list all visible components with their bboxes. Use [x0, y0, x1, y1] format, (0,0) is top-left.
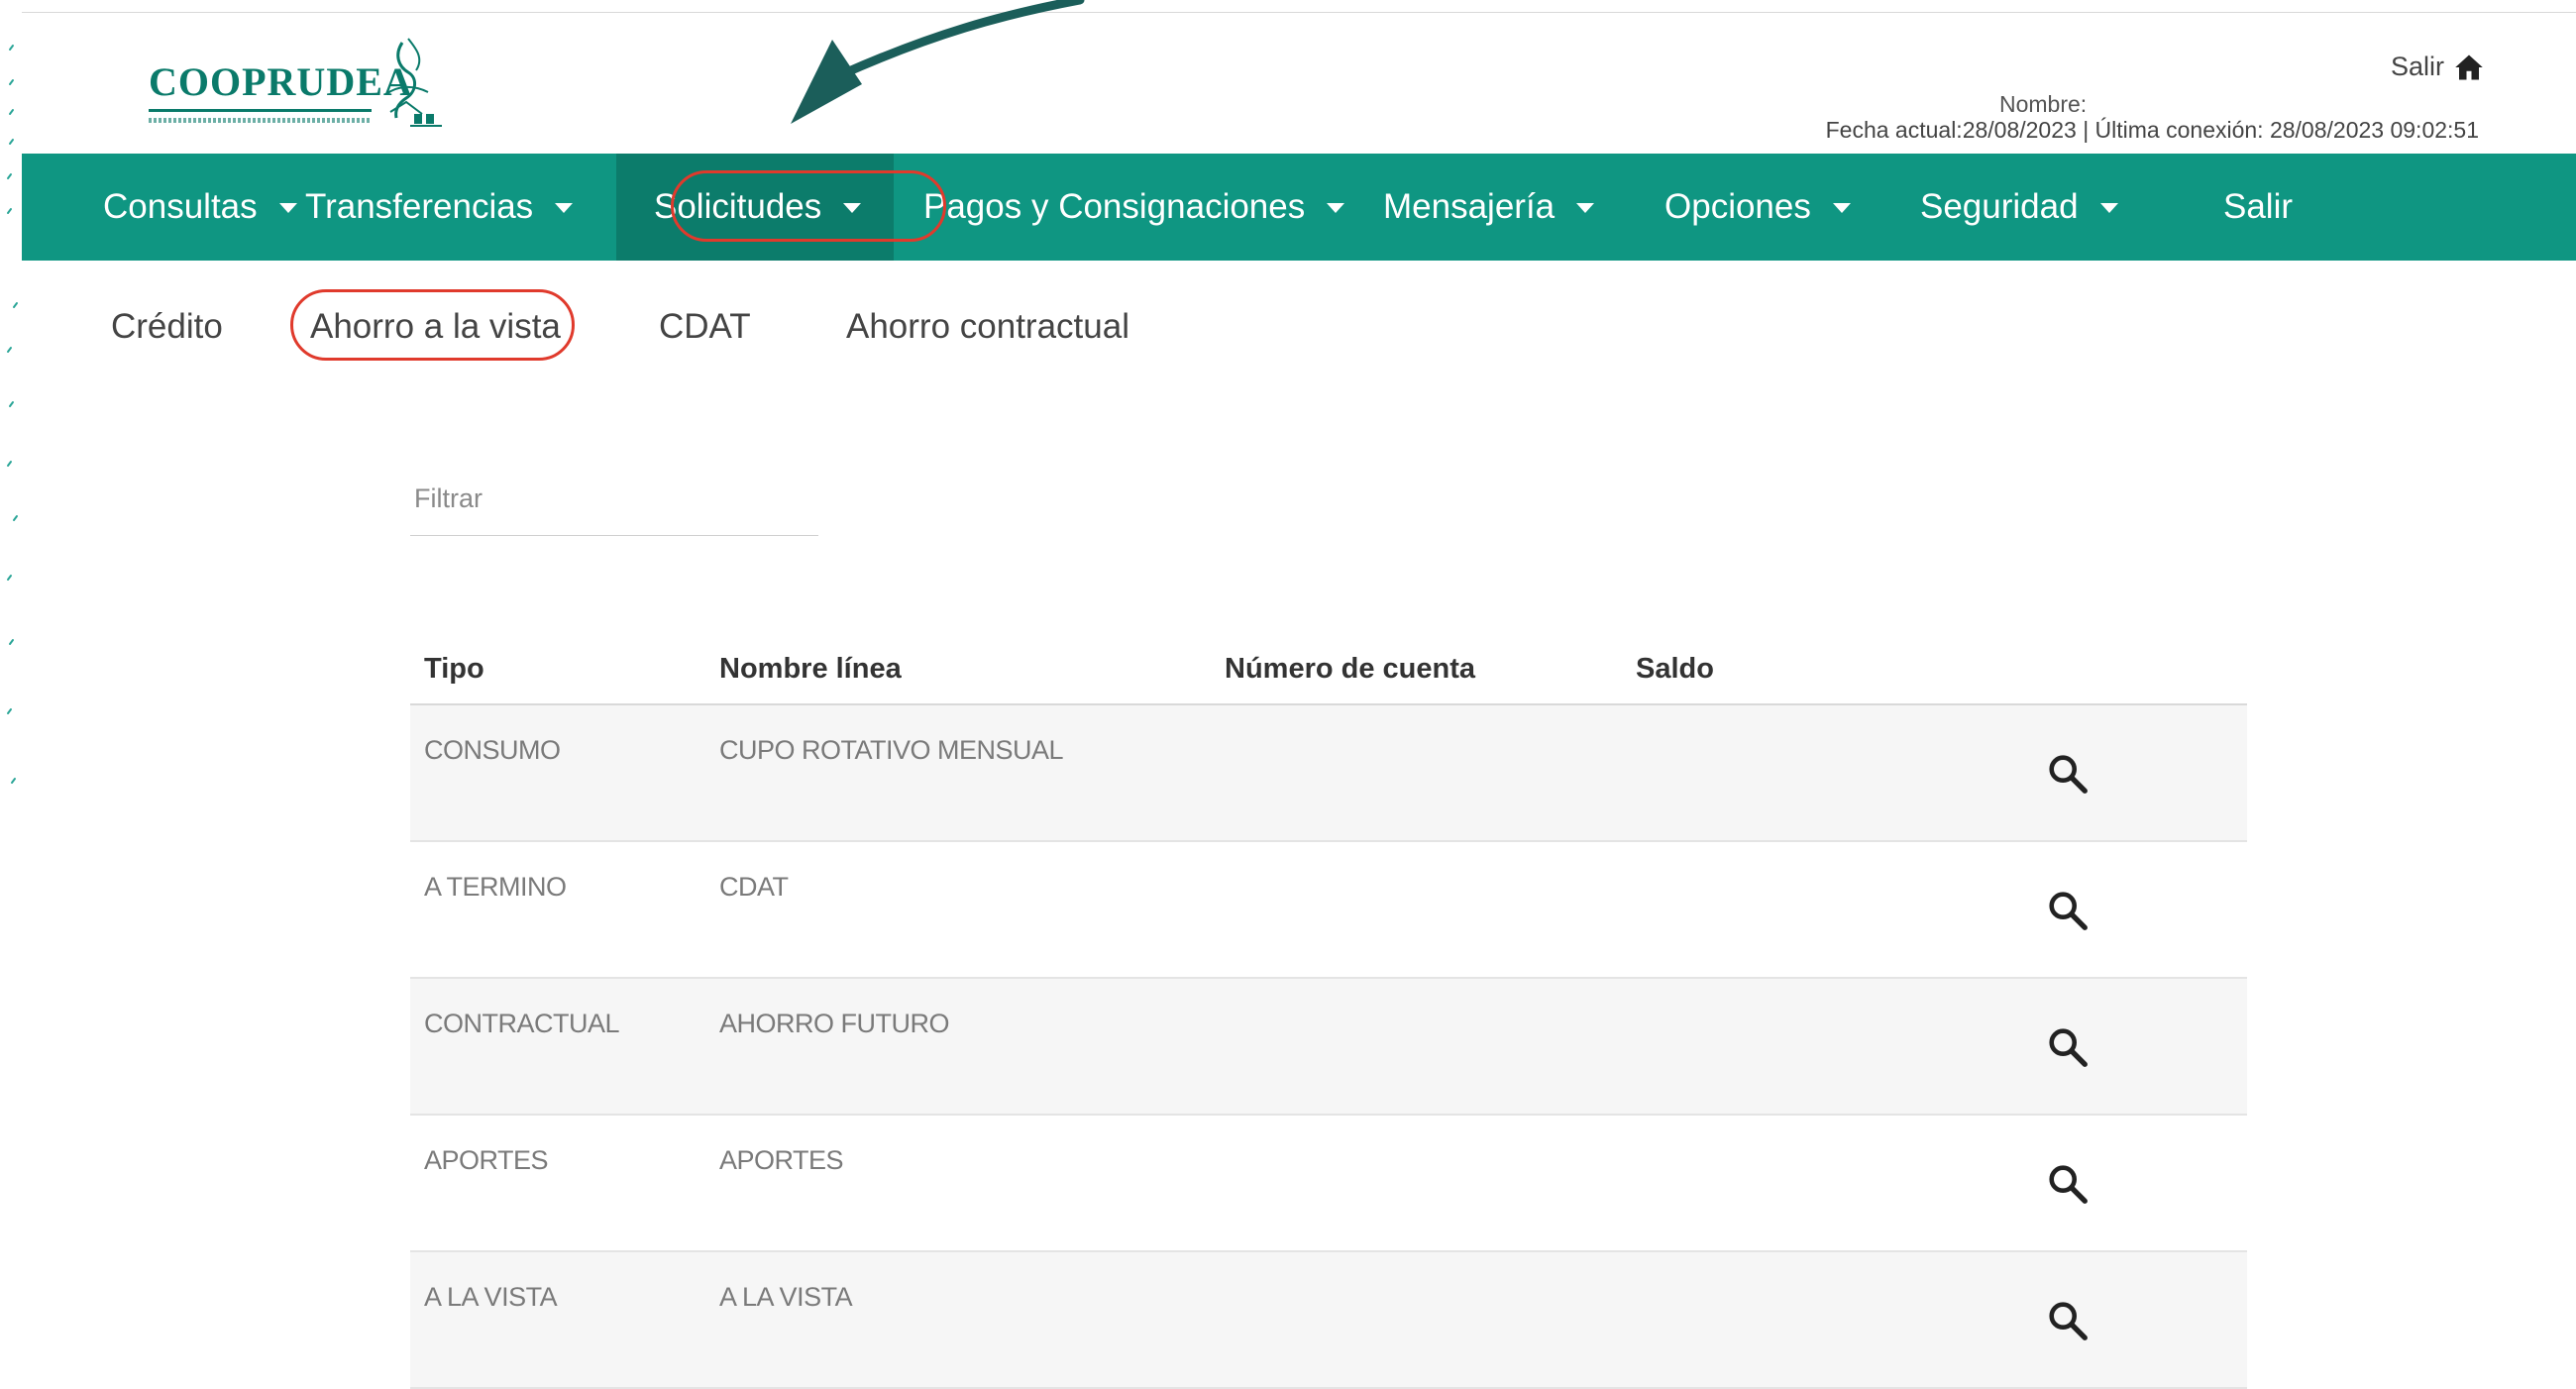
caret-down-icon [1576, 203, 1595, 213]
nav-label: Seguridad [1920, 187, 2079, 226]
caret-down-icon [2099, 203, 2118, 213]
page-top-border [22, 12, 2576, 13]
cell-tipo: CONSUMO [424, 735, 561, 765]
subnav-cdat[interactable]: CDAT [659, 307, 846, 347]
cooprudea-logo[interactable]: COOPRUDEA [149, 35, 446, 129]
search-icon[interactable] [2045, 1298, 2091, 1343]
cell-saldo [1636, 705, 2032, 840]
subnav-ahorro-contractual[interactable]: Ahorro contractual [846, 307, 1129, 347]
salir-top-link[interactable]: Salir [2391, 52, 2484, 82]
session-dates: Fecha actual:28/08/2023 | Última conexió… [1825, 117, 2479, 143]
cell-numero [1225, 705, 1636, 840]
cell-saldo [1636, 1116, 2032, 1250]
caret-down-icon [1327, 203, 1345, 213]
cell-tipo: A LA VISTA [424, 1282, 558, 1312]
cell-nombre: CDAT [719, 872, 789, 902]
nav-mensajeria[interactable]: Mensajería [1383, 154, 1664, 261]
cell-numero [1225, 842, 1636, 977]
cell-tipo: APORTES [424, 1145, 549, 1175]
subnav-credito[interactable]: Crédito [111, 307, 310, 347]
table-row: CONSUMO CUPO ROTATIVO MENSUAL [410, 705, 2247, 842]
nav-label: Pagos y Consignaciones [923, 187, 1306, 226]
cell-numero [1225, 1116, 1636, 1250]
filter-input[interactable] [410, 476, 826, 521]
nav-pagos[interactable]: Pagos y Consignaciones [894, 154, 1383, 261]
nav-transferencias[interactable]: Transferencias [305, 154, 616, 261]
user-name-label: Nombre: [1999, 91, 2088, 117]
cell-nombre: AHORRO FUTURO [719, 1009, 950, 1038]
salir-top-label: Salir [2390, 52, 2444, 81]
nav-salir[interactable]: Salir [2223, 154, 2362, 261]
cell-numero [1225, 979, 1636, 1114]
accounts-table: Tipo Nombre línea Número de cuenta Saldo… [410, 634, 2247, 1389]
decorative-dots [7, 45, 18, 784]
main-navbar: Consultas Transferencias Solicitudes Pag… [22, 154, 2576, 261]
cell-saldo [1636, 979, 2032, 1114]
caret-down-icon [278, 203, 297, 213]
cell-nombre: CUPO ROTATIVO MENSUAL [719, 735, 1064, 765]
home-icon [2455, 54, 2483, 79]
cell-tipo: A TERMINO [424, 872, 567, 902]
caret-down-icon [1832, 203, 1851, 213]
header-numero-cuenta: Número de cuenta [1225, 652, 1475, 685]
cell-saldo [1636, 842, 2032, 977]
nav-seguridad[interactable]: Seguridad [1920, 154, 2223, 261]
table-row: APORTES APORTES [410, 1116, 2247, 1252]
logo-underline [149, 109, 372, 112]
filter-field [410, 476, 826, 536]
annotation-highlight-ahorro-vista [290, 289, 575, 361]
cell-numero [1225, 1252, 1636, 1387]
nav-label: Transferencias [305, 187, 534, 226]
table-row: A TERMINO CDAT [410, 842, 2247, 979]
table-row: CONTRACTUAL AHORRO FUTURO [410, 979, 2247, 1116]
annotation-arrow [791, 0, 1085, 124]
annotation-highlight-solicitudes [671, 170, 946, 242]
cell-nombre: A LA VISTA [719, 1282, 853, 1312]
table-row: A LA VISTA A LA VISTA [410, 1252, 2247, 1389]
nav-label: Salir [2223, 187, 2294, 226]
logo-subtext-band [149, 118, 372, 123]
table-header: Tipo Nombre línea Número de cuenta Saldo [410, 634, 2247, 705]
sub-navigation: Crédito Ahorro a la vista CDAT Ahorro co… [111, 297, 1129, 357]
cell-nombre: APORTES [719, 1145, 844, 1175]
nav-label: Mensajería [1383, 187, 1556, 226]
search-icon[interactable] [2045, 1024, 2091, 1070]
search-icon[interactable] [2045, 888, 2091, 933]
header-tipo: Tipo [424, 652, 484, 685]
nav-label: Consultas [103, 187, 258, 226]
caret-down-icon [555, 203, 574, 213]
header-saldo: Saldo [1636, 652, 1714, 685]
nav-label: Opciones [1664, 187, 1811, 226]
search-icon[interactable] [2045, 751, 2091, 797]
cell-saldo [1636, 1252, 2032, 1387]
nav-consultas[interactable]: Consultas [22, 154, 305, 261]
cell-tipo: CONTRACTUAL [424, 1009, 620, 1038]
nav-opciones[interactable]: Opciones [1664, 154, 1920, 261]
header-nombre-linea: Nombre línea [719, 652, 902, 685]
logo-emblem-icon [385, 38, 442, 127]
search-icon[interactable] [2045, 1161, 2091, 1207]
